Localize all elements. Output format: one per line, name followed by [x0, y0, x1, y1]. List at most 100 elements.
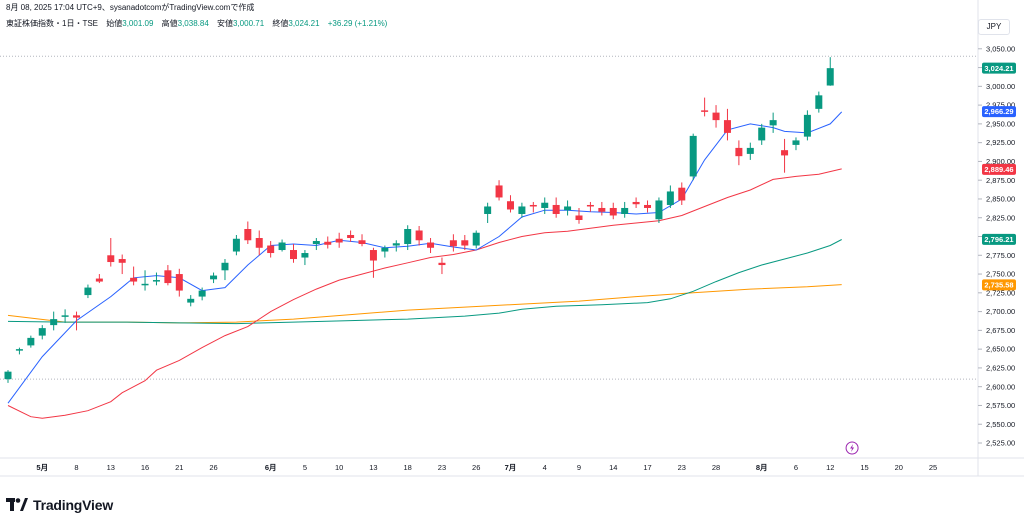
price-tag-label: 3,024.21 — [984, 64, 1013, 73]
y-tick-label: 3,050.00 — [986, 44, 1015, 53]
price-tag: 2,889.46 — [982, 163, 1016, 175]
candle-up — [666, 191, 674, 205]
y-tick-label: 2,950.00 — [986, 119, 1015, 128]
candle-down — [369, 250, 377, 261]
candle-up — [381, 247, 389, 252]
x-tick-label: 14 — [609, 463, 617, 472]
candle-down — [723, 120, 731, 133]
candle-down — [495, 185, 503, 198]
x-tick-label: 4 — [543, 463, 547, 472]
x-tick-label: 23 — [438, 463, 446, 472]
x-tick-label: 8月 — [756, 463, 768, 472]
candle-up — [210, 275, 218, 280]
y-tick-label: 2,875.00 — [986, 176, 1015, 185]
x-tick-label: 12 — [826, 463, 834, 472]
y-tick-label: 2,650.00 — [986, 345, 1015, 354]
x-tick-label: 15 — [860, 463, 868, 472]
candle-up — [564, 206, 572, 211]
x-tick-label: 13 — [369, 463, 377, 472]
candle-up — [187, 298, 195, 303]
candle-up — [152, 280, 160, 282]
candle-up — [689, 135, 697, 177]
price-chart[interactable]: 2,525.00 2,550.00 2,575.00 2,600.00 2,625.00… — [0, 0, 1024, 524]
candle-down — [701, 110, 709, 112]
candle-down — [449, 240, 457, 247]
ma-blue-line — [7, 111, 843, 404]
y-tick-label: 2,925.00 — [986, 138, 1015, 147]
candle-up — [84, 287, 92, 296]
x-tick-label: 9 — [577, 463, 581, 472]
x-tick-label: 17 — [643, 463, 651, 472]
y-tick-label: 2,575.00 — [986, 401, 1015, 410]
price-tag-label: 2,796.21 — [984, 235, 1013, 244]
candle-up — [27, 337, 35, 346]
x-tick-label: 21 — [175, 463, 183, 472]
candle-up — [746, 147, 754, 154]
candle-down — [735, 147, 743, 157]
candle-down — [415, 230, 423, 241]
candle-down — [324, 241, 332, 245]
y-tick-label: 2,600.00 — [986, 382, 1015, 391]
price-tag: 2,966.29 — [982, 106, 1016, 118]
y-tick-label: 3,000.00 — [986, 82, 1015, 91]
y-tick-label: 2,750.00 — [986, 270, 1015, 279]
candle-up — [518, 206, 526, 214]
x-tick-label: 23 — [678, 463, 686, 472]
price-tag-label: 2,735.58 — [984, 280, 1013, 289]
y-tick-label: 2,775.00 — [986, 251, 1015, 260]
candle-down — [95, 278, 103, 282]
price-tag-label: 2,889.46 — [984, 165, 1013, 174]
ma-red-line — [7, 168, 842, 419]
y-tick-label: 2,550.00 — [986, 420, 1015, 429]
candle-up — [38, 328, 46, 336]
x-tick-label: 26 — [209, 463, 217, 472]
candle-up — [50, 319, 58, 326]
y-tick-label: 2,675.00 — [986, 326, 1015, 335]
y-tick-label: 2,625.00 — [986, 364, 1015, 373]
candle-down — [552, 204, 560, 214]
candle-down — [358, 240, 366, 245]
tradingview-logo-icon — [6, 498, 28, 511]
candle-down — [781, 150, 789, 156]
x-tick-label: 13 — [107, 463, 115, 472]
candle-up — [141, 283, 149, 286]
y-tick-label: 2,525.00 — [986, 439, 1015, 448]
candle-down — [506, 201, 514, 210]
candle-down — [461, 240, 469, 246]
y-tick-label: 2,850.00 — [986, 195, 1015, 204]
x-tick-label: 6月 — [265, 463, 277, 472]
candle-up — [221, 262, 229, 271]
price-tag: 2,735.58 — [982, 279, 1016, 291]
candle-down — [678, 187, 686, 201]
brand-name: TradingView — [33, 497, 114, 513]
price-tag-label: 2,966.29 — [984, 107, 1013, 116]
candle-down — [438, 262, 446, 266]
tradingview-logo[interactable]: TradingView — [6, 497, 113, 513]
candle-up — [392, 243, 400, 246]
candle-up — [4, 371, 12, 380]
x-tick-label: 16 — [141, 463, 149, 472]
x-tick-label: 5 — [303, 463, 307, 472]
candle-up — [541, 202, 549, 208]
candle-down — [586, 204, 594, 207]
x-tick-label: 26 — [472, 463, 480, 472]
candle-down — [529, 204, 537, 207]
x-tick-label: 20 — [895, 463, 903, 472]
y-tick-label: 2,825.00 — [986, 213, 1015, 222]
candle-down — [290, 250, 297, 260]
candle-up — [312, 241, 320, 245]
candle-up — [792, 140, 800, 145]
candle-up — [655, 200, 663, 220]
x-tick-label: 10 — [335, 463, 343, 472]
candle-down — [598, 207, 606, 212]
candle-up — [769, 120, 777, 126]
candle-down — [164, 270, 172, 284]
x-tick-label: 28 — [712, 463, 720, 472]
candle-down — [427, 242, 435, 248]
candle-down — [335, 238, 343, 243]
candle-down — [255, 238, 263, 248]
candle-up — [803, 114, 811, 137]
x-tick-label: 6 — [794, 463, 798, 472]
candle-down — [644, 204, 652, 208]
candle-down — [175, 274, 183, 291]
